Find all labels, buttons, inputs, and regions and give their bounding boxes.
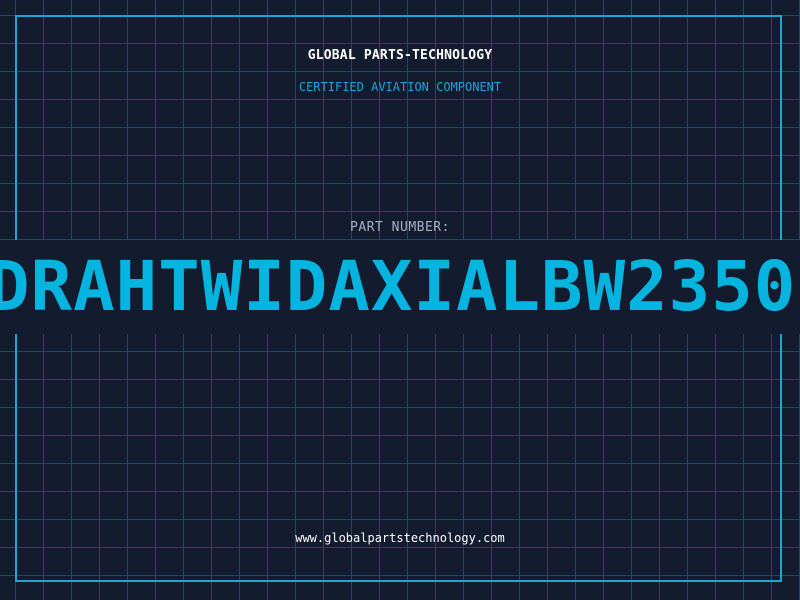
company-name: GLOBAL PARTS-TECHNOLOGY — [307, 48, 493, 63]
part-number-band: DRAHTWIDAXIALBW2350 — [0, 240, 800, 334]
part-number-label: PART NUMBER: — [350, 220, 450, 235]
certificate-page: GLOBAL PARTS-TECHNOLOGY CERTIFIED AVIATI… — [0, 0, 800, 600]
part-number-value: DRAHTWIDAXIALBW2350 — [0, 247, 797, 327]
certification-tagline: CERTIFIED AVIATION COMPONENT — [298, 80, 502, 94]
website-url: www.globalpartstechnology.com — [295, 531, 505, 545]
